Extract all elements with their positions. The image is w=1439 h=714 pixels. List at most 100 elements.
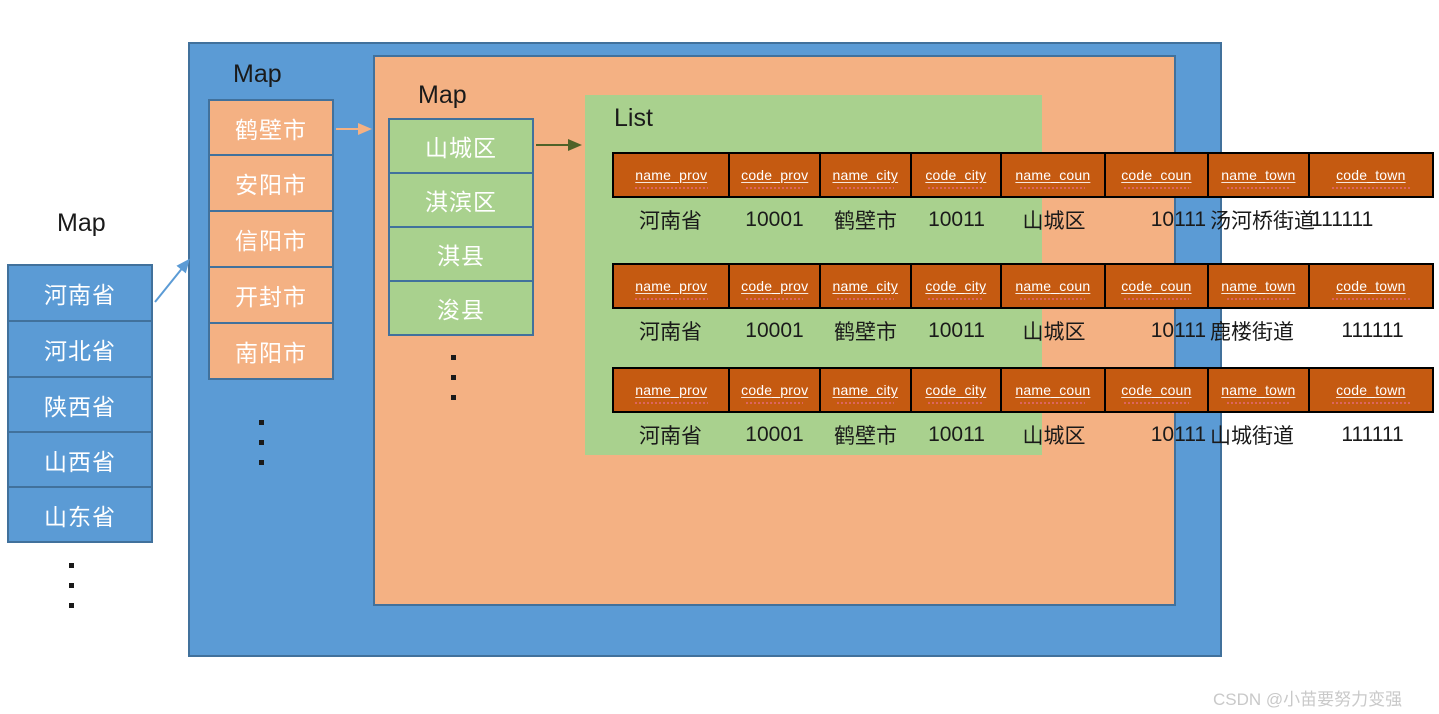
cell-code-prov: 10001 (745, 319, 804, 342)
cell-name-town: 山城街道 (1210, 425, 1294, 448)
cell-code-city: 10011 (928, 423, 985, 446)
province-map-ellipsis (68, 563, 74, 608)
city-item-label: 安阳市 (235, 172, 307, 198)
table-row: 河南省 10001 鹤壁市 10011 山城区 10111 汤河桥街道 1111… (612, 198, 1434, 242)
city-item-xinyang[interactable]: 信阳市 (208, 210, 334, 268)
header-code-city: code_city (912, 265, 1003, 307)
table-header-row: name_prov code_prov name_city code_city … (612, 367, 1434, 413)
city-map-list: 鹤壁市 安阳市 信阳市 开封市 南阳市 (208, 99, 334, 380)
cell-name-town: 汤河桥街道 (1210, 210, 1315, 233)
cell-name-prov: 河南省 (639, 425, 702, 448)
header-code-prov: code_prov (730, 154, 821, 196)
header-name-town: name_town (1209, 265, 1310, 307)
county-to-list-arrow (536, 139, 582, 151)
cell-code-city: 10011 (928, 208, 985, 231)
county-item-junxian[interactable]: 浚县 (388, 280, 534, 336)
county-item-shanchengqu[interactable]: 山城区 (388, 118, 534, 174)
cell-name-coun: 山城区 (1022, 210, 1086, 233)
header-name-prov: name_prov (614, 265, 731, 307)
province-map-list: 河南省 河北省 陕西省 山西省 山东省 (7, 264, 153, 543)
city-item-kaifeng[interactable]: 开封市 (208, 266, 334, 324)
cell-name-prov: 河南省 (639, 210, 702, 233)
cell-code-coun: 10111 (1150, 423, 1206, 446)
cell-name-prov: 河南省 (639, 321, 702, 344)
county-map-ellipsis (450, 355, 456, 400)
header-code-town: code_town (1310, 154, 1432, 196)
cell-code-town: 111111 (1311, 208, 1374, 231)
cell-code-prov: 10001 (745, 423, 804, 446)
header-code-town: code_town (1310, 369, 1432, 411)
header-code-coun: code_coun (1106, 265, 1210, 307)
province-item-label: 山西省 (44, 448, 116, 475)
city-item-nanyang[interactable]: 南阳市 (208, 322, 334, 380)
header-code-prov: code_prov (730, 369, 821, 411)
header-name-coun: name_coun (1002, 265, 1106, 307)
city-map-ellipsis (258, 420, 264, 465)
province-item-label: 山东省 (44, 503, 116, 530)
header-name-city: name_city (821, 369, 912, 411)
cell-code-coun: 10111 (1150, 208, 1206, 231)
cell-name-city: 鹤壁市 (834, 210, 897, 233)
county-item-label: 淇县 (437, 243, 485, 269)
county-map-title: Map (418, 81, 467, 109)
csdn-watermark: CSDN @小苗要努力变强 (1213, 690, 1403, 709)
county-item-label: 浚县 (437, 297, 485, 323)
header-code-city: code_city (912, 369, 1003, 411)
province-item-shanxi[interactable]: 山西省 (7, 431, 153, 488)
county-item-qibinqu[interactable]: 淇滨区 (388, 172, 534, 228)
county-item-qixian[interactable]: 淇县 (388, 226, 534, 282)
header-code-town: code_town (1310, 265, 1432, 307)
table-header-row: name_prov code_prov name_city code_city … (612, 263, 1434, 309)
list-title: List (614, 104, 653, 132)
city-item-label: 信阳市 (235, 228, 307, 254)
cell-name-city: 鹤壁市 (834, 321, 897, 344)
cell-name-city: 鹤壁市 (834, 425, 897, 448)
header-name-prov: name_prov (614, 369, 731, 411)
diagram-canvas: Map 河南省 河北省 陕西省 山西省 山东省 Map 鹤壁市 安阳市 信阳市 … (0, 0, 1439, 714)
header-name-coun: name_coun (1002, 154, 1106, 196)
province-item-label: 河北省 (44, 338, 116, 364)
cell-code-town: 111111 (1341, 319, 1404, 342)
county-map-list: 山城区 淇滨区 淇县 浚县 (388, 118, 534, 336)
city-item-anyang[interactable]: 安阳市 (208, 154, 334, 212)
province-item-label: 河南省 (44, 282, 116, 308)
header-code-coun: code_coun (1106, 154, 1210, 196)
table-row: 河南省 10001 鹤壁市 10011 山城区 10111 鹿楼街道 11111… (612, 309, 1434, 353)
cell-name-coun: 山城区 (1022, 425, 1086, 448)
province-map-title: Map (57, 209, 106, 237)
header-code-prov: code_prov (730, 265, 821, 307)
province-item-hebei[interactable]: 河北省 (7, 320, 153, 378)
county-item-label: 山城区 (425, 135, 497, 161)
cell-code-city: 10011 (928, 319, 985, 342)
header-code-coun: code_coun (1106, 369, 1210, 411)
header-name-city: name_city (821, 154, 912, 196)
city-to-county-arrow (336, 123, 372, 135)
county-item-label: 淇滨区 (425, 189, 497, 215)
province-item-shandong[interactable]: 山东省 (7, 486, 153, 543)
city-item-label: 开封市 (235, 284, 307, 310)
list-table-entry-1: name_prov code_prov name_city code_city … (612, 152, 1434, 242)
city-map-title: Map (233, 60, 282, 88)
city-item-label: 鹤壁市 (235, 116, 307, 143)
cell-code-prov: 10001 (745, 208, 804, 231)
province-item-shaanxi[interactable]: 陕西省 (7, 376, 153, 433)
header-name-town: name_town (1209, 369, 1310, 411)
header-name-city: name_city (821, 265, 912, 307)
header-name-prov: name_prov (614, 154, 731, 196)
list-table-entry-3: name_prov code_prov name_city code_city … (612, 367, 1434, 457)
table-header-row: name_prov code_prov name_city code_city … (612, 152, 1434, 198)
cell-name-coun: 山城区 (1022, 321, 1086, 344)
header-name-coun: name_coun (1002, 369, 1106, 411)
city-item-hebi[interactable]: 鹤壁市 (208, 99, 334, 156)
province-item-henan[interactable]: 河南省 (7, 264, 153, 322)
city-item-label: 南阳市 (235, 340, 307, 366)
table-row: 河南省 10001 鹤壁市 10011 山城区 10111 山城街道 11111… (612, 413, 1434, 457)
header-code-city: code_city (912, 154, 1003, 196)
list-table-entry-2: name_prov code_prov name_city code_city … (612, 263, 1434, 353)
cell-name-town: 鹿楼街道 (1210, 321, 1294, 344)
cell-code-coun: 10111 (1150, 319, 1206, 342)
province-item-label: 陕西省 (44, 393, 116, 420)
province-to-city-arrow (154, 258, 190, 303)
cell-code-town: 111111 (1341, 423, 1404, 446)
header-name-town: name_town (1209, 154, 1310, 196)
